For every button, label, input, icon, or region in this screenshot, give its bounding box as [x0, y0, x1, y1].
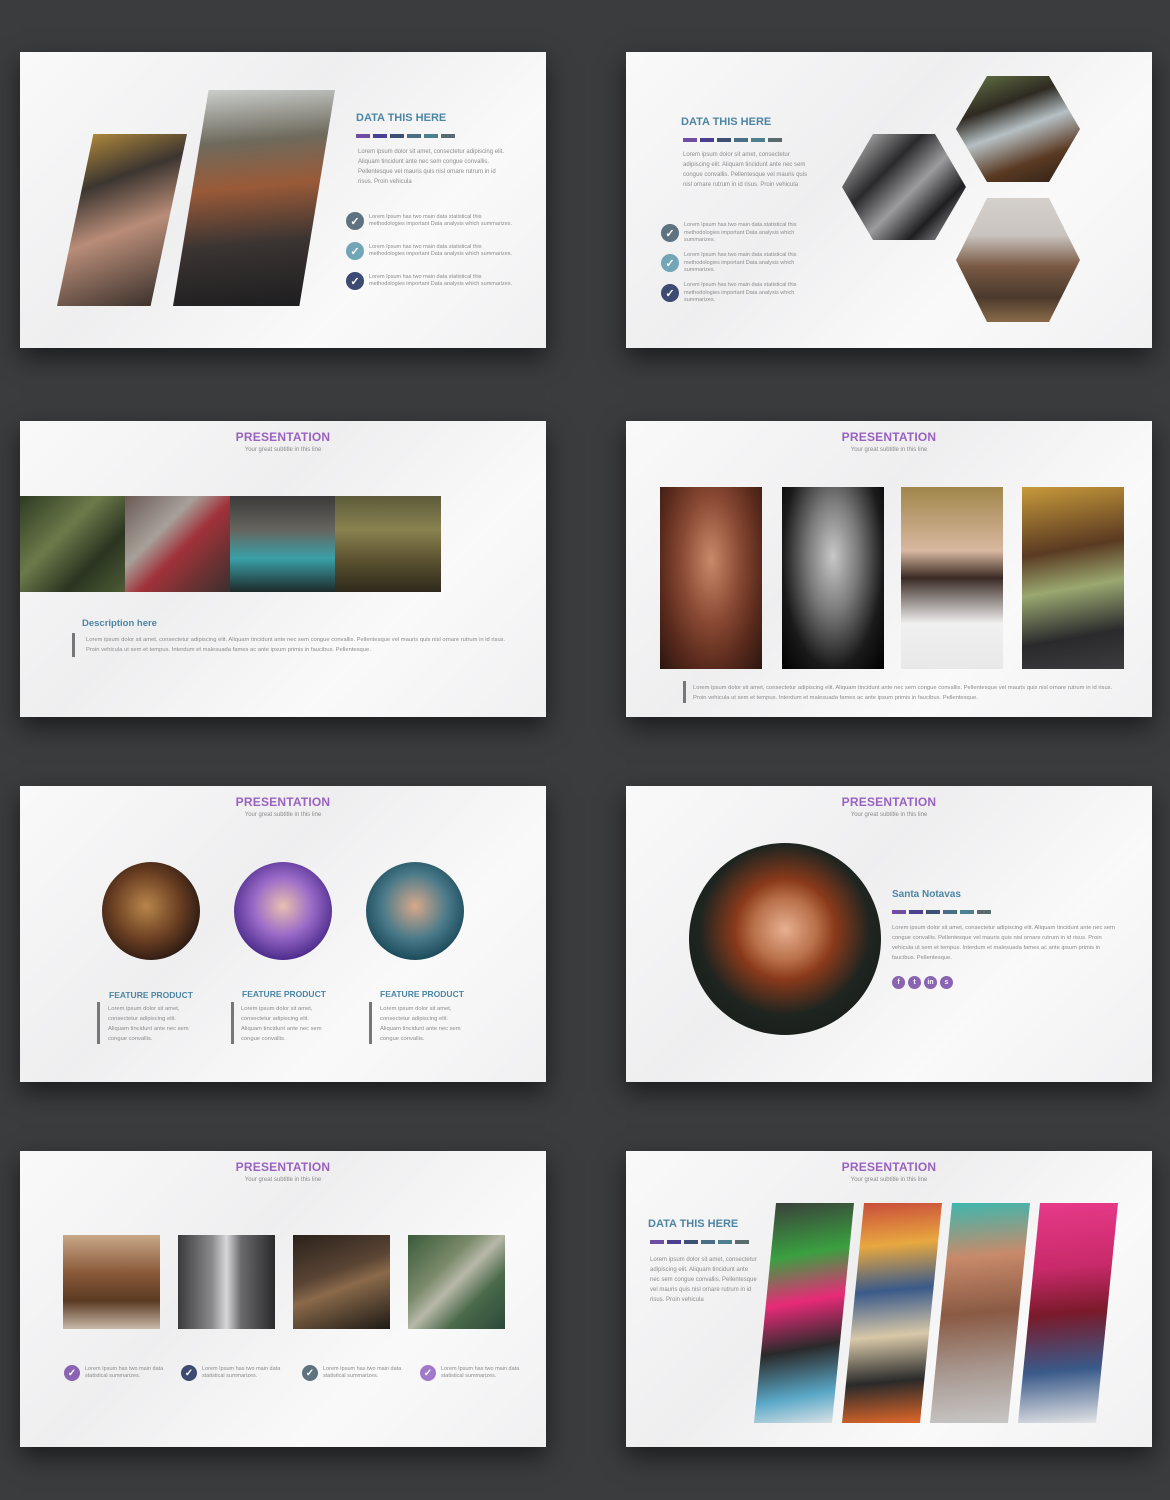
slide-6[interactable]: PRESENTATION Your great subtitle in this… [626, 786, 1152, 1082]
slide-subtitle: Your great subtitle in this line [244, 1177, 322, 1183]
hex-photo-canyon [956, 198, 1080, 322]
check-item: ✓ Lorem Ipsum has two main data statisti… [346, 212, 516, 230]
check-icon: ✓ [661, 284, 679, 303]
description-paragraph: Lorem ipsum dolor sit amet, consectetur … [693, 685, 1113, 701]
color-bars [892, 910, 991, 914]
slide-4[interactable]: PRESENTATION Your great subtitle in this… [626, 421, 1152, 717]
check-icon: ✓ [181, 1365, 197, 1381]
skype-icon[interactable]: s [940, 976, 953, 989]
intro-paragraph: Lorem ipsum dolor sit amet, consectetur … [358, 149, 505, 185]
feature-bar [369, 1002, 372, 1044]
photo-autumn-road [63, 1235, 160, 1329]
check-item: ✓ Lorem Ipsum has two main data statisti… [420, 1365, 520, 1381]
photo-bearded-man [173, 90, 335, 306]
facebook-icon[interactable]: f [892, 976, 905, 989]
hex-photo-desk [956, 76, 1080, 182]
photo-musician [125, 496, 230, 592]
check-icon: ✓ [64, 1365, 80, 1381]
hex-photo-gadgets [842, 134, 966, 240]
portrait-freckled-woman [660, 487, 762, 669]
slide-title: PRESENTATION [841, 1160, 937, 1174]
slide-8[interactable]: PRESENTATION Your great subtitle in this… [626, 1151, 1152, 1447]
slide-title: PRESENTATION [235, 1160, 331, 1174]
color-bars [683, 138, 782, 142]
slide-title: PRESENTATION [841, 795, 937, 809]
photo-young-man [57, 134, 187, 306]
slide-1[interactable]: DATA THIS HERE Lorem ipsum dolor sit ame… [20, 52, 546, 348]
photo-fern [20, 496, 125, 592]
check-icon: ✓ [346, 242, 364, 260]
feature-title: FEATURE PRODUCT [242, 989, 326, 999]
feature-paragraph: Lorem ipsum dolor sit amet, consectetur … [241, 1006, 322, 1042]
slide-heading: DATA THIS HERE [648, 1218, 739, 1230]
check-icon: ✓ [661, 254, 679, 273]
graffiti-panel-2 [842, 1203, 942, 1423]
slide-2[interactable]: DATA THIS HERE Lorem ipsum dolor sit ame… [626, 52, 1152, 348]
feature-title: FEATURE PRODUCT [380, 989, 464, 999]
photo-stream [335, 496, 441, 592]
graffiti-panel-1 [754, 1203, 854, 1423]
feature-paragraph: Lorem ipsum dolor sit amet, consectetur … [380, 1006, 461, 1042]
intro-paragraph: Lorem ipsum dolor sit amet, consectetur … [650, 1257, 757, 1303]
check-item: ✓ Lorem Ipsum has two main data statisti… [661, 252, 821, 275]
photo-lake [230, 496, 335, 592]
feature-bar [231, 1002, 234, 1044]
check-item: ✓ Lorem Ipsum has two main data statisti… [181, 1365, 281, 1381]
intro-paragraph: Lorem ipsum dolor sit amet, consectetur … [683, 152, 808, 188]
slide-title: PRESENTATION [235, 795, 331, 809]
check-icon: ✓ [346, 212, 364, 230]
portrait-gray-man [782, 487, 884, 669]
slide-subtitle: Your great subtitle in this line [850, 1177, 928, 1183]
profile-paragraph: Lorem ipsum dolor sit amet, consectetur … [892, 925, 1115, 961]
social-links: f t in s [892, 976, 953, 989]
circle-photo-lights-woman [366, 862, 464, 960]
description-heading: Description here [82, 618, 157, 629]
slide-subtitle: Your great subtitle in this line [850, 812, 928, 818]
portrait-man-money [1022, 487, 1124, 669]
check-item: ✓ Lorem Ipsum has two main data statisti… [346, 272, 516, 290]
color-bars [356, 134, 455, 138]
photo-workshop [293, 1235, 390, 1329]
slide-7[interactable]: PRESENTATION Your great subtitle in this… [20, 1151, 546, 1447]
photo-aerial-road [408, 1235, 505, 1329]
circle-photo-gold-face [102, 862, 200, 960]
portrait-young-woman [901, 487, 1003, 669]
slide-subtitle: Your great subtitle in this line [850, 447, 928, 453]
check-icon: ✓ [420, 1365, 436, 1381]
slide-5[interactable]: PRESENTATION Your great subtitle in this… [20, 786, 546, 1082]
check-item: ✓ Lorem Ipsum has two main data statisti… [661, 222, 821, 245]
check-item: ✓ Lorem Ipsum has two main data statisti… [661, 282, 821, 305]
check-icon: ✓ [346, 272, 364, 290]
color-bars [650, 1240, 749, 1244]
slide-title: PRESENTATION [235, 430, 331, 444]
description-bar [72, 633, 75, 657]
circle-photo-neon-man [234, 862, 332, 960]
twitter-icon[interactable]: t [908, 976, 921, 989]
description-bar [683, 681, 686, 703]
feature-bar [97, 1002, 100, 1044]
check-item: ✓ Lorem Ipsum has two main data statisti… [64, 1365, 164, 1381]
feature-title: FEATURE PRODUCT [109, 990, 193, 1000]
check-icon: ✓ [302, 1365, 318, 1381]
check-item: ✓ Lorem Ipsum has two main data statisti… [302, 1365, 402, 1381]
slide-heading: DATA THIS HERE [681, 116, 772, 128]
slide-subtitle: Your great subtitle in this line [244, 812, 322, 818]
profile-name: Santa Notavas [892, 889, 961, 900]
slide-heading: DATA THIS HERE [356, 112, 447, 124]
check-icon: ✓ [661, 224, 679, 243]
feature-paragraph: Lorem ipsum dolor sit amet, consectetur … [108, 1006, 189, 1042]
graffiti-panel-4 [1018, 1203, 1118, 1423]
circle-photo-red-haired-boy [689, 843, 881, 1035]
photo-city-street [178, 1235, 275, 1329]
linkedin-icon[interactable]: in [924, 976, 937, 989]
slide-title: PRESENTATION [841, 430, 937, 444]
slide-3[interactable]: PRESENTATION Your great subtitle in this… [20, 421, 546, 717]
check-item: ✓ Lorem Ipsum has two main data statisti… [346, 242, 516, 260]
slide-subtitle: Your great subtitle in this line [244, 447, 322, 453]
description-paragraph: Lorem ipsum dolor sit amet, consectetur … [86, 637, 506, 653]
graffiti-panel-3 [930, 1203, 1030, 1423]
